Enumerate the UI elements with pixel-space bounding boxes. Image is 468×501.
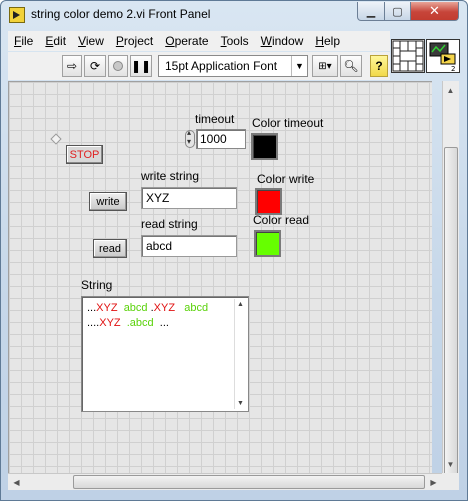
timeout-label: timeout (195, 112, 235, 126)
string-segment-green: abcd (117, 302, 148, 314)
write-string-input[interactable]: XYZ (141, 187, 237, 209)
color-write-label: Color write (257, 172, 315, 186)
run-continuously-button[interactable]: ⟳ (84, 55, 106, 77)
font-ring-value: 15pt Application Font (165, 59, 278, 73)
run-button[interactable]: ⇨ (62, 55, 82, 77)
string-line: ...XYZ abcd .XYZ abcd (87, 301, 208, 316)
chevron-down-icon: ▼ (291, 56, 307, 76)
menu-edit[interactable]: Edit (39, 34, 72, 48)
string-segment-red: XYZ (153, 302, 176, 314)
string-segment-green: abcd (175, 302, 209, 314)
color-read-indicator (254, 230, 281, 257)
scroll-up-arrow-icon[interactable]: ▲ (443, 82, 458, 98)
minimize-button[interactable]: ▁ (357, 2, 385, 21)
read-button[interactable]: read (93, 239, 127, 258)
labview-default-vi-icon: 2 (427, 40, 459, 73)
timeout-input[interactable]: 1000 (196, 129, 246, 149)
run-continuously-icon: ⟳ (89, 59, 101, 73)
string-indicator-scrollbar[interactable]: ▲ ▼ (234, 299, 246, 409)
menu-tools[interactable]: Tools (215, 34, 255, 48)
menu-view[interactable]: View (72, 34, 110, 48)
abort-icon (113, 61, 123, 71)
connector-pane-icon[interactable] (391, 39, 425, 73)
menu-project[interactable]: Project (110, 34, 159, 48)
horizontal-scroll-thumb[interactable] (73, 475, 425, 489)
menu-file[interactable]: File (8, 34, 39, 48)
string-segment-red: XYZ (99, 317, 121, 329)
connector-pane-grid-icon (392, 40, 424, 72)
color-timeout-label: Color timeout (252, 116, 324, 130)
title-bar[interactable]: string color demo 2.vi Front Panel ▁ ▢ ✕ (1, 1, 467, 29)
context-help-button[interactable]: ? (370, 55, 388, 77)
color-read-label: Color read (253, 213, 310, 227)
pause-icon: ❚❚ (130, 59, 152, 73)
scrollbar-corner (442, 473, 459, 490)
horizontal-scrollbar[interactable]: ◀ ▶ (8, 473, 442, 490)
read-string-label: read string (141, 217, 198, 231)
menu-window[interactable]: Window (255, 34, 310, 48)
labview-vi-icon (9, 7, 25, 23)
read-string-input[interactable]: abcd (141, 235, 237, 257)
menu-help[interactable]: Help (309, 34, 346, 48)
menu-operate[interactable]: Operate (159, 34, 214, 48)
scroll-down-arrow-icon[interactable]: ▼ (443, 456, 458, 472)
string-line: ....XYZ .abcd ... (87, 316, 208, 331)
abort-button[interactable] (108, 55, 128, 77)
window-title: string color demo 2.vi Front Panel (31, 7, 211, 21)
write-string-label: write string (141, 169, 200, 183)
string-segment-red: XYZ (96, 302, 118, 314)
timeout-increment-decrement[interactable] (185, 128, 195, 148)
string-segment-black: .... (87, 317, 100, 329)
minimize-icon: ▁ (366, 5, 376, 18)
vertical-scrollbar[interactable]: ▲ ▼ (442, 81, 459, 483)
color-write-indicator (255, 188, 282, 215)
align-objects-button[interactable]: ⊞▾ (312, 55, 338, 77)
search-icon: 🔍︎ (343, 59, 359, 73)
font-ring[interactable]: 15pt Application Font ▼ (158, 55, 308, 77)
string-segment-black: ... (153, 317, 169, 329)
string-indicator-label: String (81, 278, 113, 292)
string-segment-black: ... (87, 302, 97, 314)
string-indicator[interactable]: ...XYZ abcd .XYZ abcd ....XYZ .abcd ... ▲… (81, 296, 249, 412)
front-panel-window: string color demo 2.vi Front Panel ▁ ▢ ✕… (0, 0, 468, 501)
menu-bar: File Edit View Project Operate Tools Win… (8, 31, 390, 51)
maximize-icon: ▢ (392, 5, 403, 18)
close-icon: ✕ (429, 3, 440, 18)
vertical-scroll-thumb[interactable] (444, 147, 458, 483)
string-segment-green: .abcd (120, 317, 154, 329)
write-button[interactable]: write (89, 192, 127, 211)
search-button[interactable]: 🔍︎ (340, 55, 362, 77)
maximize-button[interactable]: ▢ (384, 2, 411, 21)
color-timeout-indicator (251, 133, 278, 160)
scroll-up-icon[interactable]: ▲ (237, 301, 244, 308)
scroll-right-arrow-icon[interactable]: ▶ (426, 474, 441, 490)
svg-text:2: 2 (451, 65, 455, 72)
vi-icon[interactable]: 2 (426, 39, 460, 73)
pause-button[interactable]: ❚❚ (130, 55, 152, 77)
close-button[interactable]: ✕ (410, 2, 459, 21)
string-indicator-text: ...XYZ abcd .XYZ abcd ....XYZ .abcd ... (87, 301, 208, 331)
scroll-down-icon[interactable]: ▼ (237, 400, 244, 407)
run-arrow-icon: ⇨ (66, 59, 78, 73)
help-icon: ? (375, 59, 383, 73)
stop-button[interactable]: STOP (66, 145, 103, 164)
toolbar: ⇨ ⟳ ❚❚ 15pt Application Font ▼ ⊞▾ 🔍︎ ? (8, 52, 390, 80)
scroll-left-arrow-icon[interactable]: ◀ (9, 474, 24, 490)
align-icon: ⊞▾ (318, 60, 332, 72)
